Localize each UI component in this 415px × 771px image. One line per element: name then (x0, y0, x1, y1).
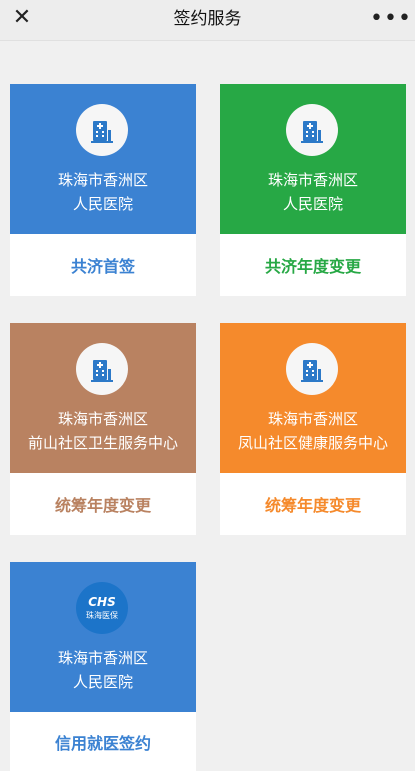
hospital-icon (76, 104, 128, 156)
top-bar: ✕ 签约服务 ••• (0, 0, 415, 41)
logo-subtext: 珠海医保 (86, 610, 118, 620)
action-label[interactable]: 统筹年度变更 (220, 473, 406, 535)
hospital-name: 珠海市香洲区 前山社区卫生服务中心 (10, 407, 196, 455)
more-options-icon[interactable]: ••• (370, 6, 411, 31)
institution-label: 人民医院 (282, 195, 343, 213)
card-gongji-first-sign[interactable]: 珠海市香洲区 人民医院 共济首签 (10, 84, 196, 296)
card-credit-medical-sign[interactable]: CHS 珠海医保 珠海市香洲区 人民医院 信用就医签约 (10, 562, 196, 771)
card-gongji-annual-change[interactable]: 珠海市香洲区 人民医院 共济年度变更 (220, 84, 406, 296)
hospital-name: 珠海市香洲区 人民医院 (10, 168, 196, 216)
institution-label: 凤山社区健康服务中心 (237, 434, 388, 452)
district-label: 珠海市香洲区 (267, 171, 358, 189)
action-label[interactable]: 共济年度变更 (220, 234, 406, 296)
action-label[interactable]: 信用就医签约 (10, 712, 196, 771)
hospital-icon (76, 343, 128, 395)
district-label: 珠海市香洲区 (57, 649, 148, 667)
district-label: 珠海市香洲区 (57, 171, 148, 189)
district-label: 珠海市香洲区 (57, 410, 148, 428)
institution-label: 人民医院 (72, 195, 133, 213)
hospital-name: 珠海市香洲区 凤山社区健康服务中心 (220, 407, 406, 455)
hospital-name: 珠海市香洲区 人民医院 (220, 168, 406, 216)
action-label[interactable]: 统筹年度变更 (10, 473, 196, 535)
institution-label: 人民医院 (72, 673, 133, 691)
page-title: 签约服务 (173, 9, 242, 29)
card-tongchou-fengshan[interactable]: 珠海市香洲区 凤山社区健康服务中心 统筹年度变更 (220, 323, 406, 535)
hospital-icon (286, 343, 338, 395)
district-label: 珠海市香洲区 (267, 410, 358, 428)
institution-label: 前山社区卫生服务中心 (27, 434, 178, 452)
action-label[interactable]: 共济首签 (10, 234, 196, 296)
hospital-icon (286, 104, 338, 156)
logo-text: CHS (88, 594, 116, 609)
chs-logo-icon: CHS 珠海医保 (76, 582, 128, 634)
hospital-name: 珠海市香洲区 人民医院 (10, 646, 196, 694)
card-tongchou-qianshan[interactable]: 珠海市香洲区 前山社区卫生服务中心 统筹年度变更 (10, 323, 196, 535)
